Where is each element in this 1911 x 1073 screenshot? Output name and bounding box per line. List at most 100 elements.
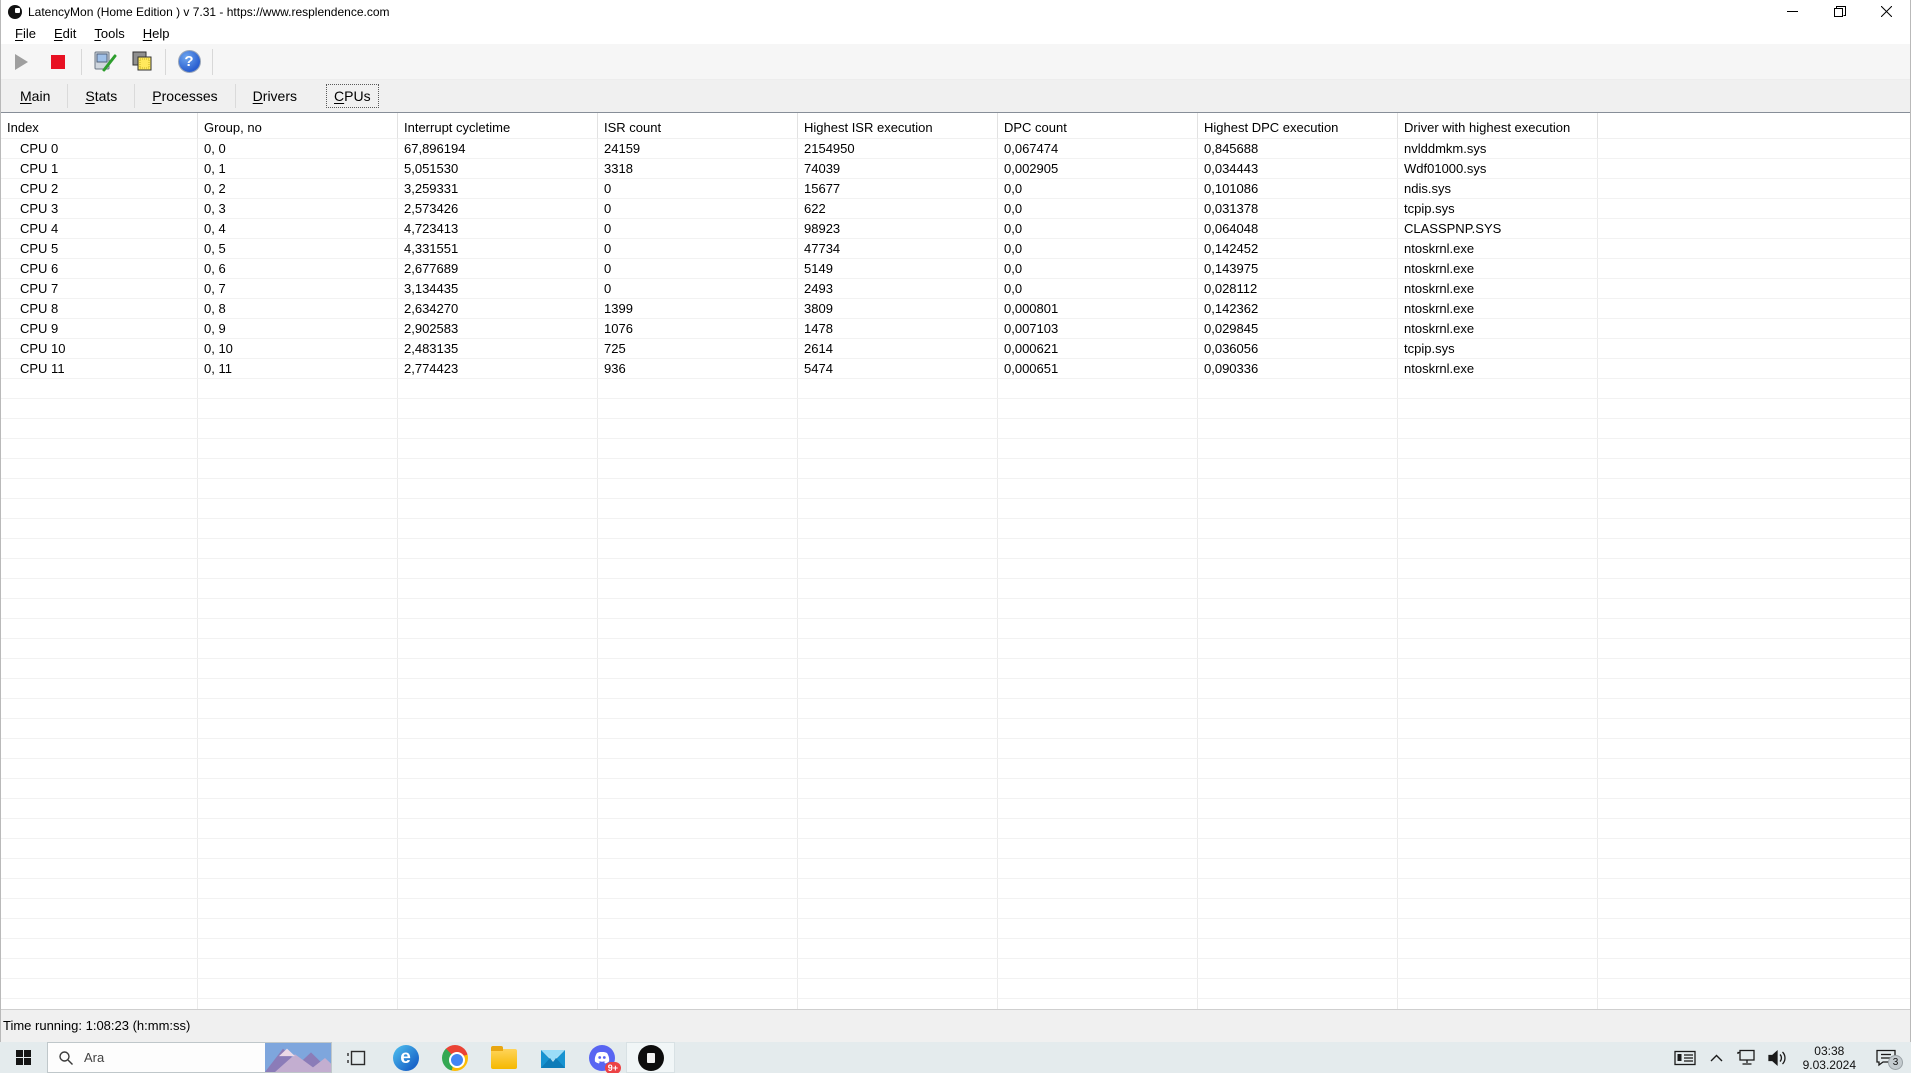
start-monitor-button[interactable] xyxy=(7,48,35,76)
help-button[interactable]: ? xyxy=(175,48,203,76)
table-cell-empty xyxy=(798,419,998,439)
table-cell-empty xyxy=(998,619,1198,639)
table-cell: CPU 8 xyxy=(1,299,198,319)
table-row[interactable]: CPU 2 0, 2 3,259331 0 15677 0,0 0,101086 ndis.s… xyxy=(1,179,1910,199)
table-cell: CPU 1 xyxy=(1,159,198,179)
restore-button[interactable] xyxy=(1816,0,1863,23)
network-button[interactable] xyxy=(1734,1042,1761,1073)
table-cell-empty xyxy=(598,579,798,599)
menu-edit[interactable]: Edit xyxy=(45,26,85,41)
stop-monitor-button[interactable] xyxy=(44,48,72,76)
table-row[interactable]: CPU 10 0, 10 2,483135 725 2614 0,000621 0,0360… xyxy=(1,339,1910,359)
start-button[interactable] xyxy=(0,1042,47,1073)
close-button[interactable] xyxy=(1863,0,1910,23)
table-cell-empty xyxy=(798,699,998,719)
table-cell-empty xyxy=(1198,559,1398,579)
table-cell-empty xyxy=(798,459,998,479)
table-row[interactable]: CPU 4 0, 4 4,723413 0 98923 0,0 0,064048 CLASSP… xyxy=(1,219,1910,239)
taskbar-search-box[interactable]: Ara xyxy=(47,1042,332,1073)
table-cell-empty xyxy=(1,979,198,999)
taskbar-chrome[interactable] xyxy=(430,1042,479,1073)
table-cell: 0,143975 xyxy=(1198,259,1398,279)
table-cell: ntoskrnl.exe xyxy=(1398,359,1598,379)
volume-button[interactable] xyxy=(1765,1042,1792,1073)
table-cell-empty xyxy=(1198,519,1398,539)
menu-tools[interactable]: Tools xyxy=(85,26,133,41)
table-cell-empty xyxy=(398,719,598,739)
column-header[interactable]: Highest ISR execution xyxy=(798,113,998,139)
table-cell: 3318 xyxy=(598,159,798,179)
table-cell-empty xyxy=(998,939,1198,959)
action-center-button[interactable]: 3 xyxy=(1867,1042,1905,1073)
taskbar-latencymon-active[interactable] xyxy=(626,1042,675,1073)
system-tray: 03:38 9.03.2024 3 xyxy=(1672,1042,1911,1073)
windows-view-button[interactable] xyxy=(128,48,156,76)
table-cell-empty xyxy=(598,859,798,879)
taskbar-edge[interactable]: e xyxy=(381,1042,430,1073)
table-row[interactable]: CPU 9 0, 9 2,902583 1076 1478 0,007103 0,02984… xyxy=(1,319,1910,339)
table-row[interactable]: CPU 5 0, 5 4,331551 0 47734 0,0 0,142452 ntoskr… xyxy=(1,239,1910,259)
tab-stats[interactable]: Stats xyxy=(68,88,134,104)
table-row[interactable]: CPU 0 0, 0 67,896194 24159 2154950 0,067474 0,… xyxy=(1,139,1910,159)
table-cell: 5474 xyxy=(798,359,998,379)
table-cell-empty xyxy=(598,819,798,839)
table-cell-empty xyxy=(198,499,398,519)
column-header[interactable]: Group, no xyxy=(198,113,398,139)
search-highlight-image[interactable] xyxy=(265,1043,331,1072)
taskbar: Ara e 9+ 03:38 9.03.2024 3 xyxy=(0,1042,1911,1073)
table-cell-empty xyxy=(598,479,798,499)
tab-processes[interactable]: Processes xyxy=(135,88,234,104)
table-cell-empty xyxy=(1,879,198,899)
table-cell: 4,723413 xyxy=(398,219,598,239)
table-cell-empty xyxy=(998,459,1198,479)
table-cell: 5149 xyxy=(798,259,998,279)
taskbar-file-explorer[interactable] xyxy=(479,1042,528,1073)
table-empty-row xyxy=(1,979,1910,999)
menu-help[interactable]: Help xyxy=(134,26,179,41)
tab-main[interactable]: Main xyxy=(3,88,67,104)
taskbar-clock[interactable]: 03:38 9.03.2024 xyxy=(1796,1044,1863,1072)
table-empty-row xyxy=(1,599,1910,619)
hidden-icons-button[interactable] xyxy=(1703,1042,1730,1073)
table-row[interactable]: CPU 7 0, 7 3,134435 0 2493 0,0 0,028112 ntoskrn… xyxy=(1,279,1910,299)
table-cell-empty xyxy=(398,859,598,879)
table-cell: 2493 xyxy=(798,279,998,299)
column-header[interactable]: ISR count xyxy=(598,113,798,139)
table-row[interactable]: CPU 11 0, 11 2,774423 936 5474 0,000651 0,0903… xyxy=(1,359,1910,379)
table-cell-empty xyxy=(598,799,798,819)
task-view-button[interactable] xyxy=(332,1042,381,1073)
table-cell-empty xyxy=(1398,839,1598,859)
table-cell-empty xyxy=(798,499,998,519)
menu-file[interactable]: File xyxy=(6,26,45,41)
column-header[interactable]: DPC count xyxy=(998,113,1198,139)
table-row[interactable]: CPU 3 0, 3 2,573426 0 622 0,0 0,031378 tcpip.sy… xyxy=(1,199,1910,219)
table-row[interactable]: CPU 1 0, 1 5,051530 3318 74039 0,002905 0,0344… xyxy=(1,159,1910,179)
table-cell-empty xyxy=(1,919,198,939)
table-cell-empty xyxy=(998,899,1198,919)
table-cell: 0,0 xyxy=(998,239,1198,259)
table-cell-empty xyxy=(1,499,198,519)
report-button[interactable] xyxy=(91,48,119,76)
table-cell-empty xyxy=(998,499,1198,519)
table-row[interactable]: CPU 8 0, 8 2,634270 1399 3809 0,000801 0,14236… xyxy=(1,299,1910,319)
table-cell-empty xyxy=(1,579,198,599)
column-header[interactable]: Index xyxy=(1,113,198,139)
column-header[interactable]: Highest DPC execution xyxy=(1198,113,1398,139)
table-cell-empty xyxy=(1,899,198,919)
tab-drivers[interactable]: Drivers xyxy=(236,88,314,104)
table-cell: 0, 1 xyxy=(198,159,398,179)
table-empty-row xyxy=(1,679,1910,699)
taskbar-mail[interactable] xyxy=(528,1042,577,1073)
column-header[interactable]: Driver with highest execution xyxy=(1398,113,1598,139)
column-header[interactable]: Interrupt cycletime xyxy=(398,113,598,139)
minimize-button[interactable] xyxy=(1769,0,1816,23)
table-cell: ntoskrnl.exe xyxy=(1398,239,1598,259)
table-cell-empty xyxy=(598,439,798,459)
table-row[interactable]: CPU 6 0, 6 2,677689 0 5149 0,0 0,143975 ntoskrn… xyxy=(1,259,1910,279)
taskbar-discord[interactable]: 9+ xyxy=(577,1042,626,1073)
touch-keyboard-button[interactable] xyxy=(1672,1042,1699,1073)
tab-cpus[interactable]: CPUs xyxy=(326,84,379,108)
table-cell-empty xyxy=(598,519,798,539)
table-cell-empty xyxy=(1198,499,1398,519)
chevron-up-icon xyxy=(1710,1054,1723,1061)
